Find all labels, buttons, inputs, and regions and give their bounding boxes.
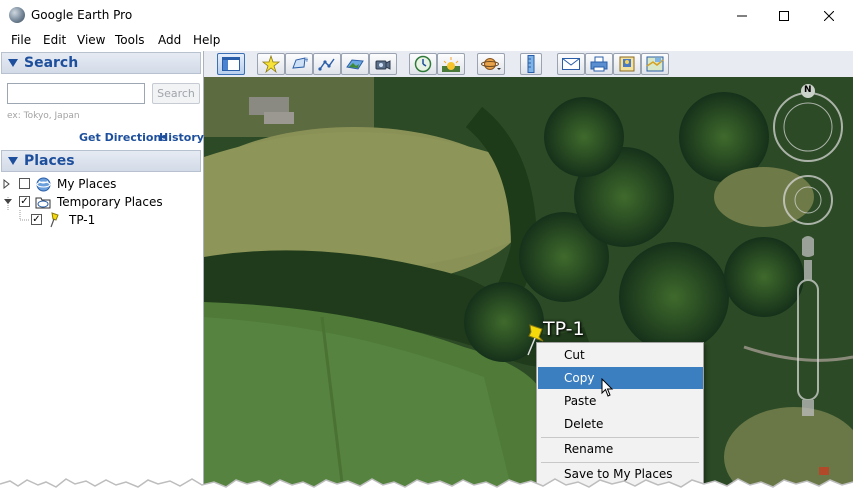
sidebar-icon — [222, 57, 240, 71]
menu-bar: File Edit View Tools Add Help — [0, 31, 853, 51]
places-section-header[interactable]: Places — [1, 150, 201, 172]
expand-arrow-icon[interactable] — [3, 179, 11, 189]
menu-file[interactable]: File — [11, 33, 31, 47]
clock-icon — [414, 55, 432, 73]
window-title: Google Earth Pro — [31, 8, 133, 22]
tree-item-label: Temporary Places — [57, 195, 163, 209]
menu-view[interactable]: View — [77, 33, 105, 47]
context-menu-delete[interactable]: Delete — [538, 413, 703, 435]
my-places-checkbox[interactable] — [19, 178, 30, 189]
places-header-label: Places — [24, 153, 75, 169]
minimize-button[interactable] — [719, 0, 765, 31]
sunlight-button[interactable] — [437, 53, 465, 75]
tp-1-checkbox[interactable]: ✓ — [31, 214, 42, 225]
title-bar: Google Earth Pro — [0, 0, 853, 31]
tree-item-label: TP-1 — [69, 213, 96, 227]
menu-add[interactable]: Add — [158, 33, 181, 47]
tree-item-tp-1[interactable]: ✓ TP-1 — [0, 212, 200, 229]
pushpin-icon — [50, 212, 59, 228]
sidebar-toggle-button[interactable] — [217, 53, 245, 75]
tree-item-label: My Places — [57, 177, 117, 191]
maximize-icon — [779, 10, 789, 21]
tour-camera-icon — [375, 60, 391, 70]
record-tour-button[interactable] — [369, 53, 397, 75]
left-panel: Search Search ex: Tokyo, Japan Get Direc… — [0, 51, 204, 499]
planet-icon — [481, 58, 501, 70]
tree-item-temporary-places[interactable]: ✓ Temporary Places — [0, 194, 200, 211]
path-icon — [318, 58, 335, 71]
polygon-icon: + — [292, 56, 308, 69]
menu-edit[interactable]: Edit — [43, 33, 66, 47]
close-icon — [824, 10, 834, 21]
history-link[interactable]: History — [159, 131, 204, 144]
menu-help[interactable]: Help — [193, 33, 220, 47]
collapse-triangle-icon — [8, 157, 18, 165]
sun-icon — [442, 57, 460, 72]
search-section-header[interactable]: Search — [1, 52, 201, 74]
search-input[interactable] — [7, 83, 145, 104]
save-image-icon — [619, 56, 635, 72]
save-image-button[interactable] — [613, 53, 641, 75]
image-overlay-icon — [346, 59, 364, 70]
maps-icon — [646, 56, 664, 72]
switch-planet-button[interactable] — [477, 53, 505, 75]
search-hint: ex: Tokyo, Japan — [7, 111, 80, 121]
google-earth-window: Google Earth Pro File Edit View Tools Ad… — [0, 0, 853, 499]
menu-tools[interactable]: Tools — [115, 33, 145, 47]
search-button[interactable]: Search — [152, 83, 200, 104]
context-menu-copy[interactable]: Copy — [538, 367, 703, 389]
view-in-maps-button[interactable] — [641, 53, 669, 75]
historical-imagery-button[interactable] — [409, 53, 437, 75]
printer-icon — [590, 56, 608, 72]
search-header-label: Search — [24, 55, 79, 71]
compass-north-label: N — [804, 85, 812, 95]
placemark-label: TP-1 — [543, 318, 585, 340]
add-placemark-button[interactable] — [257, 53, 285, 75]
context-menu-paste[interactable]: Paste — [538, 390, 703, 412]
context-menu-cut[interactable]: Cut — [538, 344, 703, 366]
mouse-cursor-icon — [601, 378, 614, 397]
collapse-triangle-icon — [8, 59, 18, 67]
globe-icon — [36, 177, 51, 192]
folder-icon — [35, 197, 51, 209]
tree-item-my-places[interactable]: My Places — [0, 176, 200, 193]
satellite-imagery — [204, 77, 853, 499]
collapse-arrow-icon[interactable] — [3, 198, 13, 206]
email-button[interactable] — [557, 53, 585, 75]
context-menu-rename[interactable]: Rename — [538, 438, 703, 460]
pushpin-icon — [262, 55, 280, 73]
add-polygon-button[interactable]: + — [285, 53, 313, 75]
get-directions-link[interactable]: Get Directions — [79, 131, 168, 144]
temporary-places-checkbox[interactable]: ✓ — [19, 196, 30, 207]
print-button[interactable] — [585, 53, 613, 75]
ruler-icon — [527, 55, 535, 73]
svg-text:+: + — [304, 56, 308, 64]
maximize-button[interactable] — [761, 0, 807, 31]
close-button[interactable] — [806, 0, 852, 31]
add-image-overlay-button[interactable] — [341, 53, 369, 75]
envelope-icon — [562, 58, 580, 70]
google-earth-logo-icon — [9, 7, 25, 23]
map-view[interactable]: N — [204, 77, 853, 499]
ruler-button[interactable] — [520, 53, 542, 75]
add-path-button[interactable] — [313, 53, 341, 75]
torn-paper-edge — [0, 478, 853, 499]
toolbar: + — [204, 51, 853, 78]
minimize-icon — [737, 15, 747, 16]
